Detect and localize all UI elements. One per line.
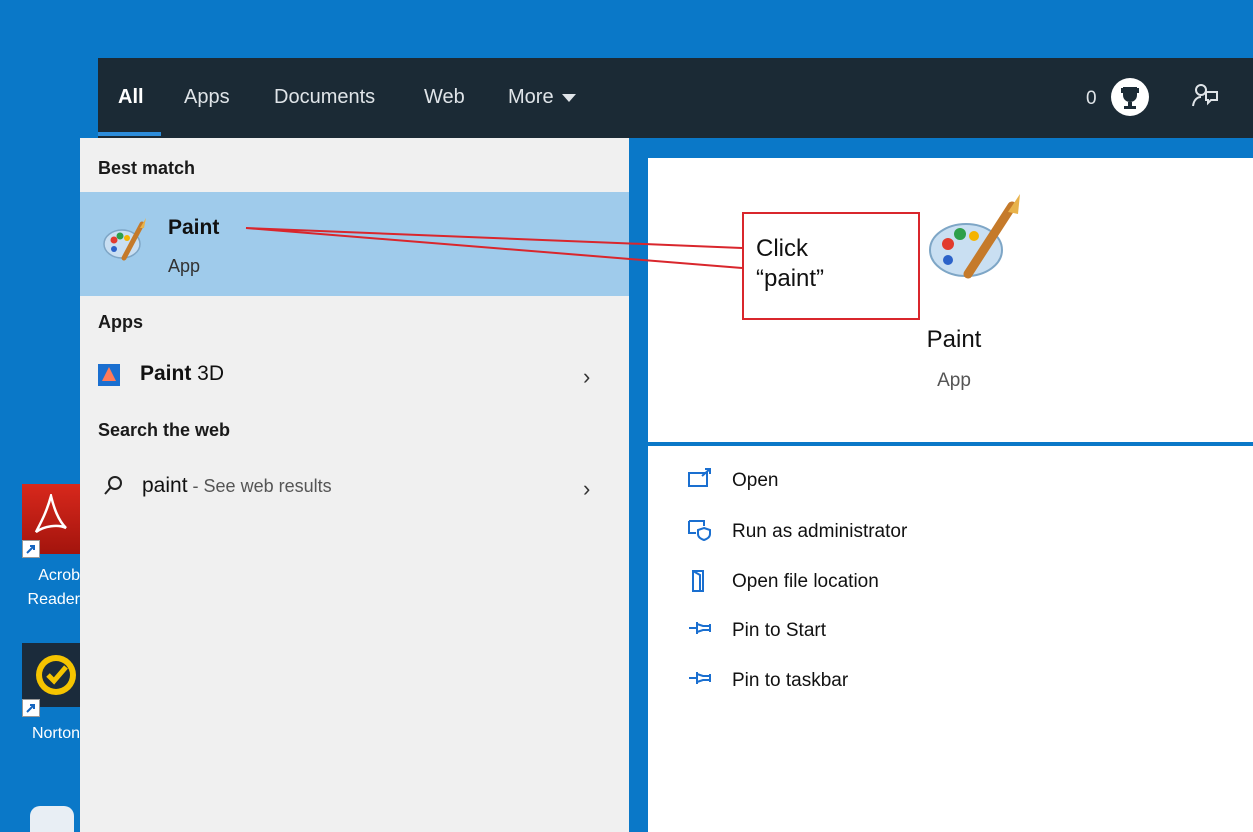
annotation-callout: Click “paint” (742, 212, 920, 320)
pin-icon (688, 618, 714, 643)
detail-app-title: Paint (926, 326, 982, 353)
action-pin-to-taskbar-label: Pin to taskbar (732, 670, 849, 691)
open-icon (688, 468, 712, 493)
norton-icon (22, 643, 80, 707)
best-match-subtitle: App (168, 256, 201, 276)
best-match-heading: Best match (98, 158, 196, 178)
feedback-icon[interactable] (1192, 82, 1218, 115)
tab-documents[interactable]: Documents (274, 86, 375, 109)
tab-web[interactable]: Web (424, 86, 465, 109)
results-list: Best match Paint App Apps Paint 3D › Sea… (80, 138, 629, 832)
chevron-right-icon[interactable]: › (583, 364, 590, 390)
paint-app-icon (102, 216, 150, 269)
search-tabs-bar (98, 58, 1253, 138)
caret-down-icon (561, 93, 576, 102)
chevron-right-icon[interactable]: › (583, 476, 590, 502)
pin-icon (688, 668, 714, 693)
search-web-heading: Search the web (98, 420, 231, 440)
result-paint-3d-bold: Paint (140, 362, 192, 385)
action-open-file-location-label: Open file location (732, 571, 879, 592)
shield-icon (688, 519, 712, 546)
paint-3d-icon (98, 364, 120, 386)
desktop-icon-partial[interactable] (30, 806, 74, 832)
trophy-icon[interactable] (1111, 78, 1149, 116)
desktop-icon-label: Acrob Reader (27, 567, 80, 608)
action-pin-to-start-label: Pin to Start (732, 620, 826, 641)
app-detail-header: Paint App (648, 158, 1253, 442)
app-actions: Open Run as administrator Open file loca… (648, 446, 1253, 832)
tab-apps[interactable]: Apps (184, 86, 230, 109)
result-web-search[interactable]: paint - See web results › (80, 464, 629, 508)
web-suffix: - See web results (187, 476, 332, 496)
tab-more-label: More (508, 86, 554, 108)
shortcut-arrow-icon (22, 540, 40, 558)
result-paint-3d-rest: 3D (191, 362, 225, 385)
result-web-label: paint - See web results (142, 474, 332, 498)
active-tab-indicator (98, 132, 161, 136)
shortcut-arrow-icon (22, 699, 40, 717)
result-paint-3d[interactable]: Paint 3D › (80, 352, 629, 396)
paint-app-large-icon (926, 194, 1026, 287)
action-run-as-admin-label: Run as administrator (732, 521, 908, 542)
tab-more[interactable]: More (508, 86, 576, 109)
web-query: paint (142, 474, 188, 497)
rewards-points: 0 (1086, 88, 1097, 109)
desktop-icon-label: Norton (31, 725, 80, 742)
detail-app-subtitle: App (937, 370, 971, 391)
best-match-paint[interactable]: Paint App (80, 192, 629, 296)
search-icon (102, 474, 124, 501)
apps-heading: Apps (98, 312, 143, 332)
best-match-title: Paint (168, 216, 220, 239)
action-open-label: Open (732, 470, 779, 491)
result-paint-3d-label: Paint 3D (140, 362, 224, 386)
annotation-text: Click “paint” (756, 235, 825, 292)
search-panel: All Apps Documents Web More 0 Best match… (80, 58, 1253, 832)
file-location-icon (688, 569, 712, 598)
tab-all[interactable]: All (118, 86, 144, 109)
